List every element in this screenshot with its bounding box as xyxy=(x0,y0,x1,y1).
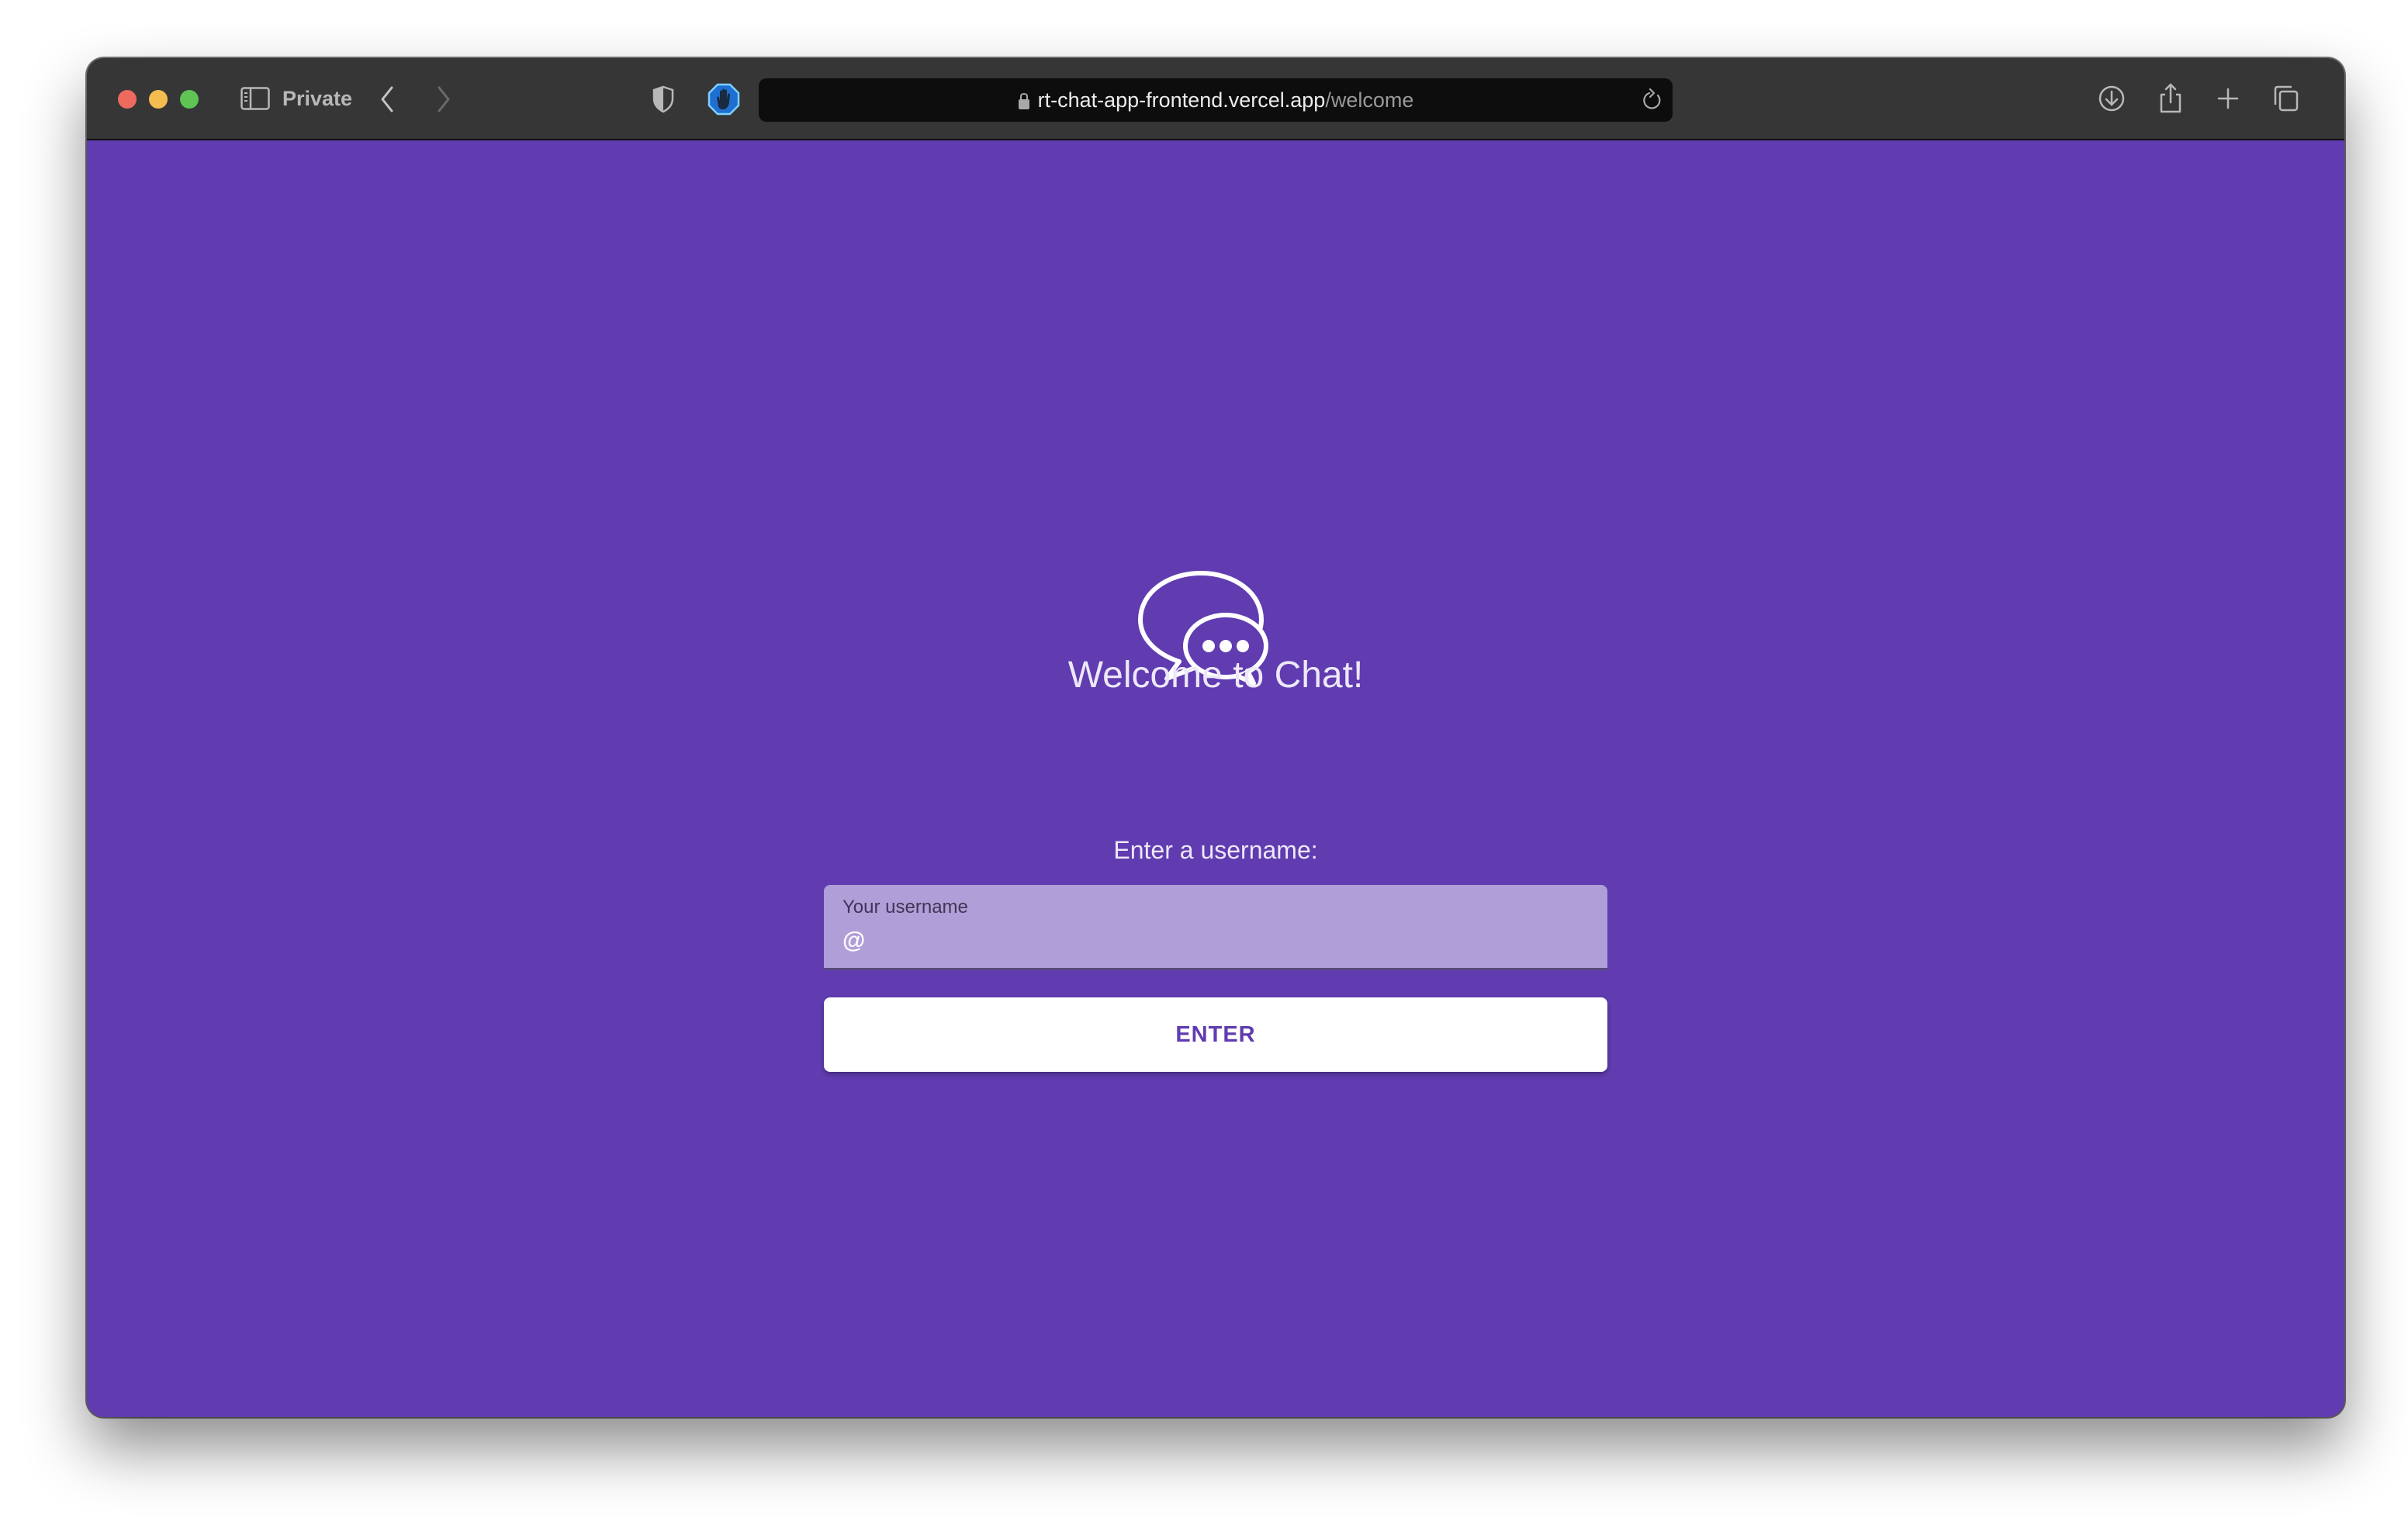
sidebar-icon[interactable] xyxy=(240,87,270,110)
username-field-label: Your username xyxy=(842,897,968,918)
reload-icon[interactable] xyxy=(1640,88,1663,112)
shield-icon[interactable] xyxy=(652,85,675,114)
plus-icon[interactable] xyxy=(2211,81,2245,116)
chevron-right-icon[interactable] xyxy=(434,85,453,114)
page-content: Welcome to Chat! Enter a username: Your … xyxy=(87,140,2344,1417)
enter-button[interactable]: ENTER xyxy=(824,997,1607,1072)
username-field[interactable]: Your username xyxy=(824,885,1607,970)
adblock-hand-icon[interactable] xyxy=(708,83,740,116)
tabs-icon[interactable] xyxy=(2268,81,2302,116)
address-bar[interactable]: rt-chat-app-frontend.vercel.app/welcome xyxy=(759,78,1673,122)
url-path: /welcome xyxy=(1325,88,1414,112)
share-icon[interactable] xyxy=(2154,81,2188,116)
chevron-left-icon[interactable] xyxy=(378,85,396,114)
private-mode-label: Private xyxy=(282,87,353,110)
browser-toolbar: Private rt-chat-app-frontend.vercel.app/… xyxy=(87,58,2344,140)
minimize-window-button[interactable] xyxy=(149,90,168,109)
url-host: rt-chat-app-frontend.vercel.app xyxy=(1037,88,1326,112)
close-window-button[interactable] xyxy=(118,90,137,109)
username-input[interactable] xyxy=(842,924,1587,958)
lock-icon xyxy=(1018,93,1029,109)
download-icon[interactable] xyxy=(2095,81,2129,116)
browser-window: Private rt-chat-app-frontend.vercel.app/… xyxy=(87,58,2344,1417)
zoom-window-button[interactable] xyxy=(180,90,199,109)
username-prompt: Enter a username: xyxy=(1113,836,1318,864)
page-title: Welcome to Chat! xyxy=(1067,655,1364,696)
url-text[interactable]: rt-chat-app-frontend.vercel.app/welcome xyxy=(759,78,1673,122)
